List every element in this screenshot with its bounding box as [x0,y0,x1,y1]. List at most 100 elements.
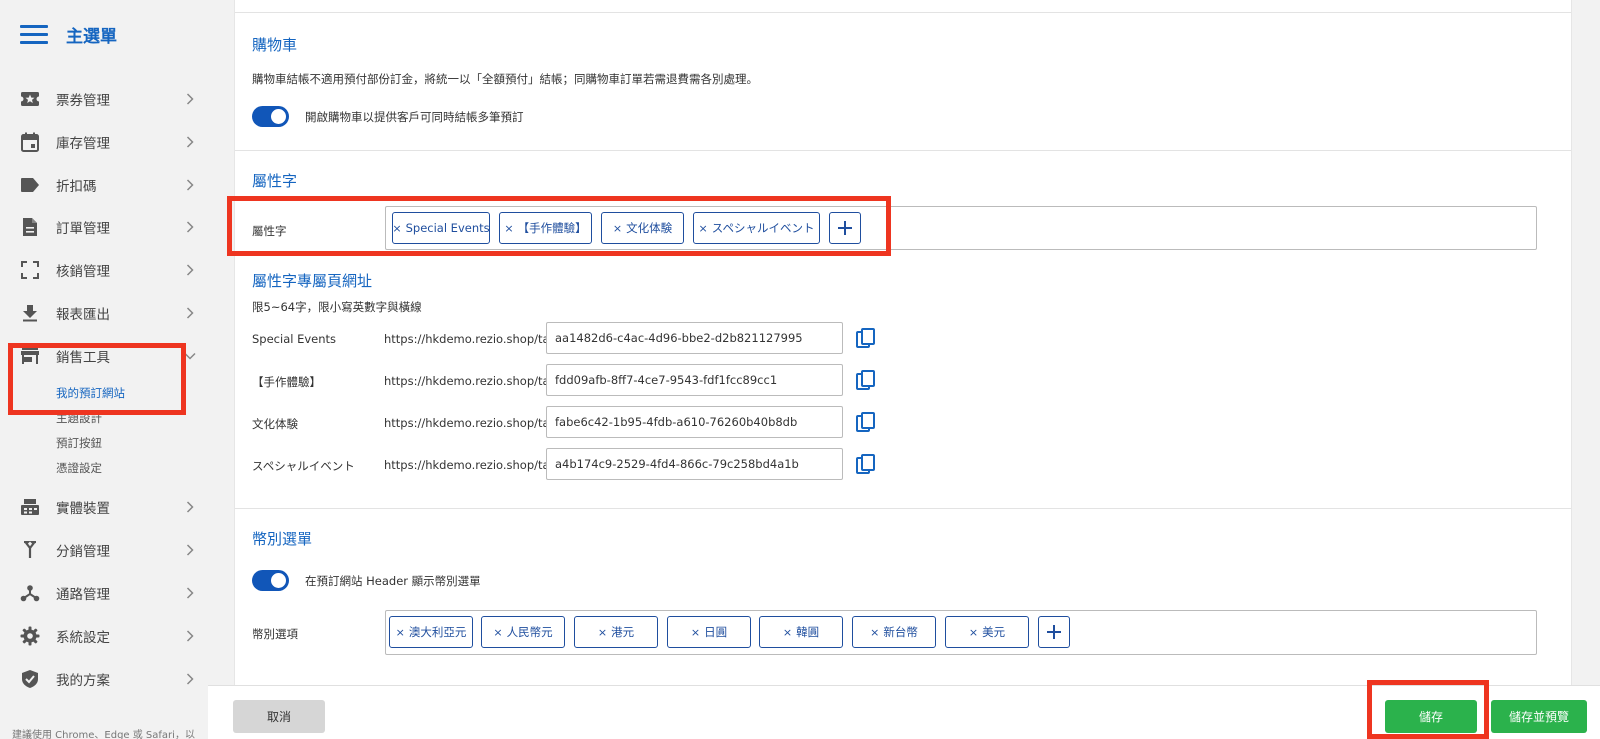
sidebar-item-label: 銷售工具 [56,350,110,366]
remove-tag-icon[interactable]: × [392,222,401,235]
sidebar-item-channels[interactable]: 通路管理 [20,579,196,607]
currency-chip-label: 美元 [982,625,1006,639]
copy-icon[interactable] [855,412,877,434]
sidebar-item-orders[interactable]: 訂單管理 [20,213,196,241]
sidebar-item-label: 庫存管理 [56,136,110,152]
copy-icon[interactable] [855,454,877,476]
sidebar-item-label: 票券管理 [56,93,110,109]
sidebar-item-tickets[interactable]: 票券管理 [20,85,196,113]
currency-chip[interactable]: × 新台幣 [852,616,936,648]
currency-toggle-label: 在預訂網站 Header 顯示幣別選單 [305,574,481,588]
tag-slug-input[interactable]: aa1482d6-c4ac-4d96-bbe2-d2b821127995 [546,322,843,354]
bottom-action-bar: 取消 儲存 儲存並預覽 [208,685,1600,739]
chevron-right-icon [184,501,196,513]
sidebar-item-system-settings[interactable]: 系統設定 [20,622,196,650]
sidebar-item-label: 通路管理 [56,587,110,603]
add-tag-button[interactable] [829,212,861,244]
currency-section-title: 幣別選單 [252,530,313,548]
sidebar-item-inventory[interactable]: 庫存管理 [20,128,196,156]
currency-tag-input[interactable]: × 澳大利亞元 × 人民幣元 × 港元 × 日圓 × 韓圓 × 新台幣 × 美元 [385,610,1537,655]
chevron-down-icon [184,350,196,362]
add-currency-button[interactable] [1038,616,1070,648]
sidebar-item-report-export[interactable]: 報表匯出 [20,299,196,327]
sidebar-item-label: 實體裝置 [56,501,110,517]
remove-tag-icon[interactable]: × [783,626,792,639]
sidebar-item-label: 報表匯出 [56,307,110,323]
tag-chip[interactable]: × 【手作體驗】 [499,212,592,244]
browser-recommendation-text: 建議使用 Chrome、Edge 或 Safari，以 [12,730,195,739]
remove-tag-icon[interactable]: × [691,626,700,639]
save-and-preview-button[interactable]: 儲存並預覽 [1491,700,1587,733]
shield-check-icon [20,669,40,689]
sidebar-item-devices[interactable]: 實體裝置 [20,493,196,521]
divider [235,12,1571,13]
currency-chip[interactable]: × 澳大利亞元 [389,616,473,648]
tag-url-prefix: https://hkdemo.rezio.shop/tag/ [384,332,561,346]
divider [235,508,1571,509]
sidebar-item-label: 核銷管理 [56,264,110,280]
sidebar-subitem-booking-button[interactable]: 預訂按鈕 [56,435,102,451]
sidebar-item-sales-tools[interactable]: 銷售工具 [20,342,196,370]
sidebar-item-label: 折扣碼 [56,179,97,195]
currency-chip[interactable]: × 韓圓 [759,616,843,648]
save-button[interactable]: 儲存 [1385,700,1477,733]
tag-chip[interactable]: × Special Events [392,212,490,244]
sidebar-item-label: 訂單管理 [56,221,110,237]
remove-tag-icon[interactable]: × [396,626,405,639]
tag-chip-label: スペシャルイベント [711,221,815,235]
sidebar-item-discount-codes[interactable]: 折扣碼 [20,171,196,199]
cart-description: 購物車結帳不適用預付部份訂金，將統一以「全額預付」結帳；同購物車訂單若需退費需各… [252,72,758,86]
chevron-right-icon [184,179,196,191]
sidebar-item-label: 我的方案 [56,673,110,689]
storefront-icon [20,346,40,366]
gear-icon [20,626,40,646]
currency-chip[interactable]: × 美元 [945,616,1029,648]
sidebar-item-my-plan[interactable]: 我的方案 [20,665,196,693]
attributes-field-label: 屬性字 [252,224,287,238]
cancel-button[interactable]: 取消 [233,700,325,733]
sidebar: 主選單 票券管理 庫存管理 折扣碼 訂單管理 核銷管理 報表匯出 銷售工具 我的… [0,0,208,739]
divider [235,150,1571,151]
sidebar-item-redemption[interactable]: 核銷管理 [20,256,196,284]
tag-slug-input[interactable]: fdd09afb-8ff7-4ce7-9543-fdf1fcc89cc1 [546,364,843,396]
attributes-tag-input[interactable]: × Special Events × 【手作體驗】 × 文化体験 × スペシャルイベント [385,206,1537,250]
fork-icon [20,540,40,560]
currency-toggle[interactable] [252,570,289,591]
tag-chip-label: Special Events [405,221,490,235]
remove-tag-icon[interactable]: × [493,626,502,639]
chevron-right-icon [184,587,196,599]
chevron-right-icon [184,544,196,556]
attributes-section-title: 屬性字 [252,172,298,190]
currency-chip-label: 澳大利亞元 [408,625,467,639]
remove-tag-icon[interactable]: × [699,222,708,235]
tag-chip[interactable]: × 文化体験 [601,212,684,244]
tag-chip-label: 文化体験 [626,221,673,235]
currency-chip[interactable]: × 日圓 [667,616,751,648]
currency-field-label: 幣別選項 [252,627,298,641]
remove-tag-icon[interactable]: × [504,222,513,235]
remove-tag-icon[interactable]: × [598,626,607,639]
sidebar-subitem-my-booking-site[interactable]: 我的預訂網站 [56,385,125,401]
currency-chip[interactable]: × 港元 [574,616,658,648]
document-icon [20,217,40,237]
sidebar-item-distribution[interactable]: 分銷管理 [20,536,196,564]
remove-tag-icon[interactable]: × [870,626,879,639]
copy-icon[interactable] [855,370,877,392]
tag-slug-input[interactable]: fabe6c42-1b95-4fdb-a610-76260b40b8db [546,406,843,438]
hamburger-menu-icon[interactable] [20,24,48,45]
sidebar-subitem-theme-design[interactable]: 主題設計 [56,410,102,426]
tag-url-prefix: https://hkdemo.rezio.shop/tag/ [384,374,561,388]
sidebar-header: 主選單 [20,22,117,47]
tag-slug-input[interactable]: a4b174c9-2529-4fd4-866c-79c258bd4a1b [546,448,843,480]
sidebar-subitem-voucher-settings[interactable]: 憑證設定 [56,460,102,476]
tag-url-row-label: 文化体験 [252,417,298,431]
currency-chip-label: 日圓 [704,625,728,639]
tag-url-prefix: https://hkdemo.rezio.shop/tag/ [384,416,561,430]
copy-icon[interactable] [855,328,877,350]
ticket-star-icon [20,89,40,109]
remove-tag-icon[interactable]: × [969,626,978,639]
tag-chip[interactable]: × スペシャルイベント [693,212,820,244]
cart-toggle[interactable] [252,106,289,127]
currency-chip[interactable]: × 人民幣元 [481,616,565,648]
remove-tag-icon[interactable]: × [613,222,622,235]
